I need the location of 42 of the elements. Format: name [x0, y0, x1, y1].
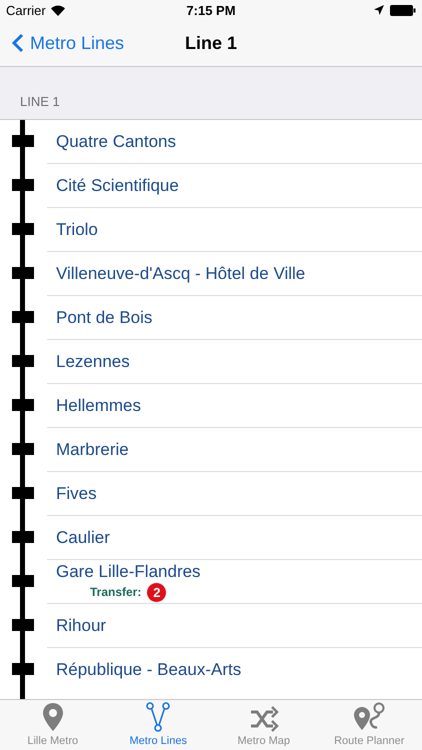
location-arrow-icon: [374, 5, 384, 15]
station-marker: [12, 135, 34, 147]
station-name[interactable]: Pont de Bois: [56, 308, 422, 328]
station-name[interactable]: Fives: [56, 484, 422, 504]
station-name[interactable]: Hellemmes: [56, 396, 422, 416]
shuffle-icon: [248, 706, 279, 732]
station-name[interactable]: Gare Lille-Flandres: [56, 562, 422, 582]
station-name[interactable]: Marbrerie: [56, 440, 422, 460]
station-name[interactable]: Quatre Cantons: [56, 132, 422, 152]
route-pin-icon: [353, 702, 386, 732]
station-marker: [12, 575, 34, 587]
map-pin-icon: [42, 702, 64, 732]
station-name[interactable]: Caulier: [56, 528, 422, 548]
chevron-left-icon: [12, 33, 24, 53]
section-header: LINE 1: [20, 94, 60, 109]
station-marker: [12, 443, 34, 455]
station-marker: [12, 399, 34, 411]
station-name[interactable]: Villeneuve-d'Ascq - Hôtel de Ville: [56, 264, 422, 284]
carrier-label: Carrier: [6, 2, 46, 18]
station-marker: [12, 267, 34, 279]
station-name[interactable]: Rihour: [56, 616, 422, 636]
wifi-icon: [50, 4, 65, 16]
branching-lines-icon: [145, 702, 172, 732]
station-marker: [12, 355, 34, 367]
station-marker: [12, 663, 34, 675]
station-name[interactable]: République - Beaux-Arts: [56, 660, 422, 680]
station-marker: [12, 487, 34, 499]
line-number-badge: 2: [147, 582, 166, 602]
back-button[interactable]: Metro Lines: [0, 32, 124, 54]
station-marker: [12, 619, 34, 631]
battery-icon: [390, 4, 416, 16]
transfer-label: Transfer:: [90, 585, 142, 599]
station-name[interactable]: Cité Scientifique: [56, 176, 422, 196]
station-marker: [12, 311, 34, 323]
station-name[interactable]: Lezennes: [56, 352, 422, 372]
tab-bar-item[interactable]: Metro Lines: [106, 700, 211, 750]
station-marker: [12, 531, 34, 543]
screen-title: Line 1: [185, 32, 237, 54]
station-marker: [12, 223, 34, 235]
station-marker: [12, 179, 34, 191]
station-name[interactable]: Triolo: [56, 220, 422, 240]
status-time: 7:15 PM: [186, 2, 236, 18]
